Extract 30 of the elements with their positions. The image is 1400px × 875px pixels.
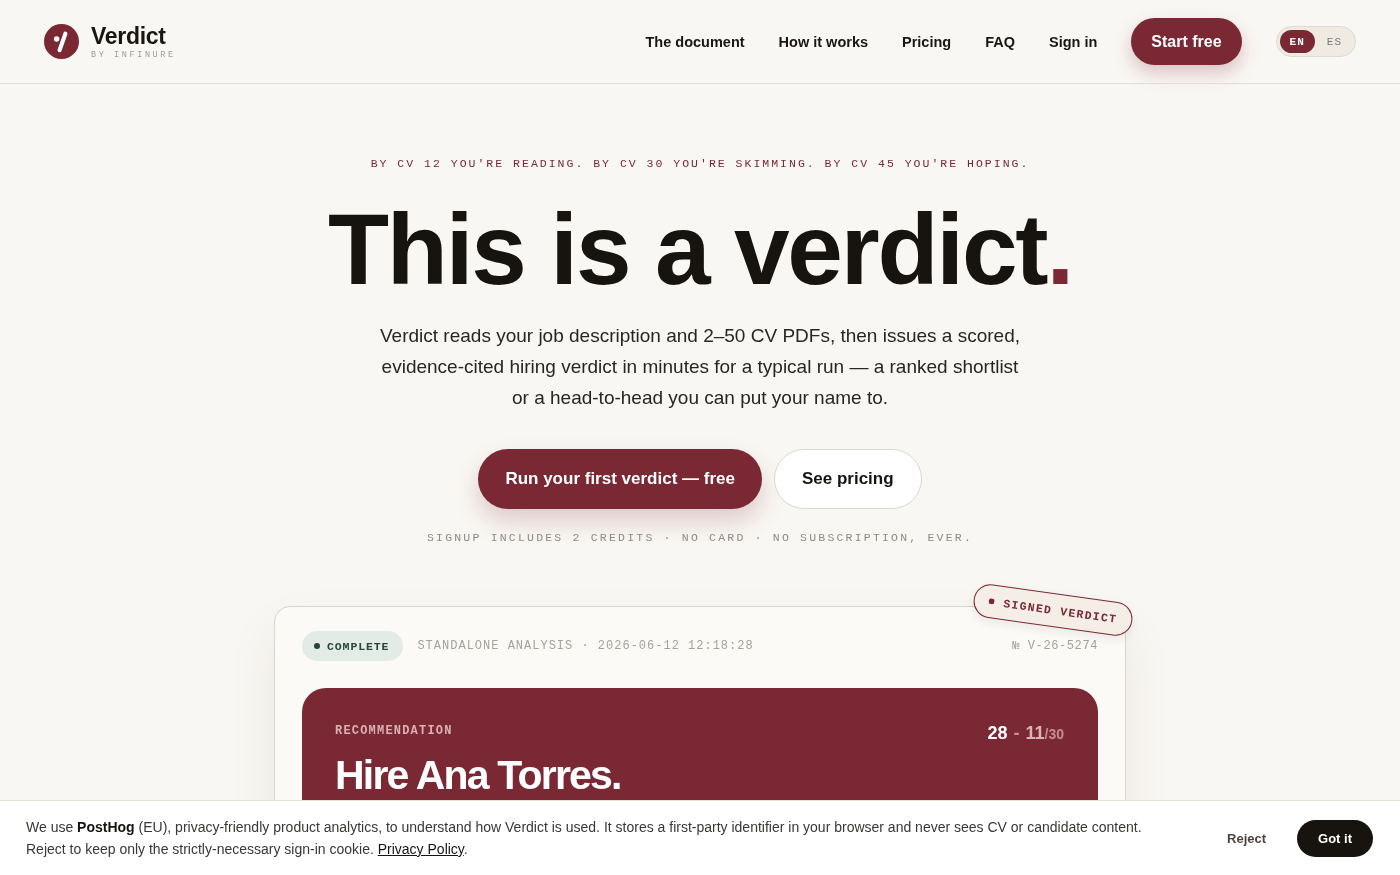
headline: This is a verdict. <box>326 196 1074 302</box>
score-text: 28 - 11/30 <box>987 723 1064 744</box>
see-pricing-button[interactable]: See pricing <box>773 449 922 509</box>
nav-link[interactable]: Sign in <box>1049 33 1098 50</box>
language-option[interactable]: EN <box>1279 30 1315 53</box>
nav-link[interactable]: The document <box>645 33 745 50</box>
privacy-policy-link[interactable]: Privacy Policy <box>377 841 464 857</box>
status-dot-icon <box>314 643 320 649</box>
recommendation-title: Hire Ana Torres. <box>335 752 622 798</box>
signup-note: SIGNUP INCLUDES 2 CREDITS · NO CARD · NO SUBSCRIPTION, EVER. <box>426 530 974 546</box>
language-option[interactable]: ES <box>1316 30 1352 53</box>
nav-link[interactable]: FAQ <box>985 33 1015 50</box>
cookie-notice-text: We use PostHog (EU), privacy-friendly product analytics, to understand how Verdict is used. It stores a first-party identifier in your browser and never sees CV or candidate content. Reject to keep only the strictly-necessary sign-in cookie. Privacy Policy. <box>26 818 1143 859</box>
accept-cookies-button[interactable]: Got it <box>1297 819 1373 857</box>
status-label: COMPLETE <box>327 639 390 653</box>
hero-description: Verdict reads your job description and 2–50 CV PDFs, then issues a scored, evidence-cited hiring verdict in minutes for a typical run — a ranked shortlist or a head-to-head you can put your name to. <box>379 324 1021 410</box>
stamp-label: SIGNED VERDICT <box>1002 596 1119 626</box>
eyebrow-text: BY CV 12 YOU'RE READING. BY CV 30 YOU'RE SKIMMING. BY CV 45 YOU'RE HOPING. <box>370 156 1030 172</box>
reject-cookies-button[interactable]: Reject <box>1213 822 1281 854</box>
nav-link[interactable]: How it works <box>778 33 869 50</box>
brand-byline: BY INFINURE <box>91 49 176 60</box>
start-free-button[interactable]: Start free <box>1131 18 1242 65</box>
stamp-dot-icon <box>988 598 996 605</box>
nav-link[interactable]: Pricing <box>902 33 952 50</box>
logo-icon <box>44 24 79 59</box>
reference-number: № V-26-5274 <box>1012 639 1098 653</box>
analysis-meta: STANDALONE ANALYSIS · 2026-06-12 12:18:28 <box>417 639 754 653</box>
brand-name: Verdict <box>91 23 167 48</box>
recommendation-label: RECOMMENDATION <box>335 723 454 739</box>
run-verdict-button[interactable]: Run your first verdict — free <box>478 449 762 509</box>
